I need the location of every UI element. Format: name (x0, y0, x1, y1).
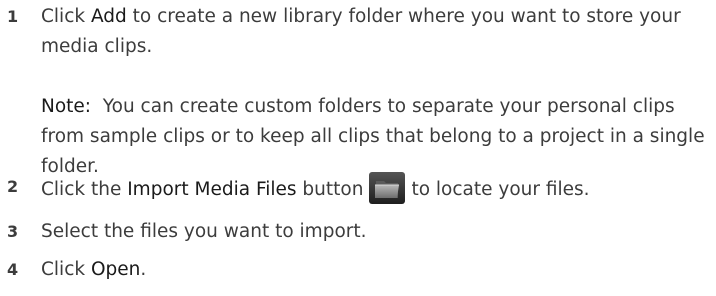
step-text: Click Open. (41, 255, 710, 285)
ui-term-add: Add (90, 6, 127, 27)
ui-term-open: Open (90, 259, 141, 280)
step-text-pre: Click (41, 6, 91, 27)
folder-icon (369, 172, 406, 204)
step-text-mid: button (296, 179, 364, 200)
step-text-pre: Click the (41, 179, 128, 200)
note-body: You can create custom folders to separat… (41, 96, 711, 177)
step-number: 3 (7, 222, 19, 241)
step-text-post: to create a new library folder where you… (41, 6, 681, 57)
step-number: 2 (7, 177, 19, 196)
step-text-pre: Click (41, 259, 91, 280)
step-number: 4 (7, 260, 19, 279)
step-text-post: to locate your files. (411, 179, 590, 200)
note-label: Note: (41, 96, 92, 117)
step-text-post: . (140, 259, 147, 280)
step-number: 1 (7, 7, 19, 26)
step-text: Click Add to create a new library folder… (41, 2, 710, 62)
ui-term-import-media-files: Import Media Files (127, 179, 297, 200)
step-text: Select the files you want to import. (41, 221, 367, 242)
step-text: Click the Import Media Files button to l… (41, 172, 710, 205)
note-text: Note: You can create custom folders to s… (41, 92, 710, 182)
